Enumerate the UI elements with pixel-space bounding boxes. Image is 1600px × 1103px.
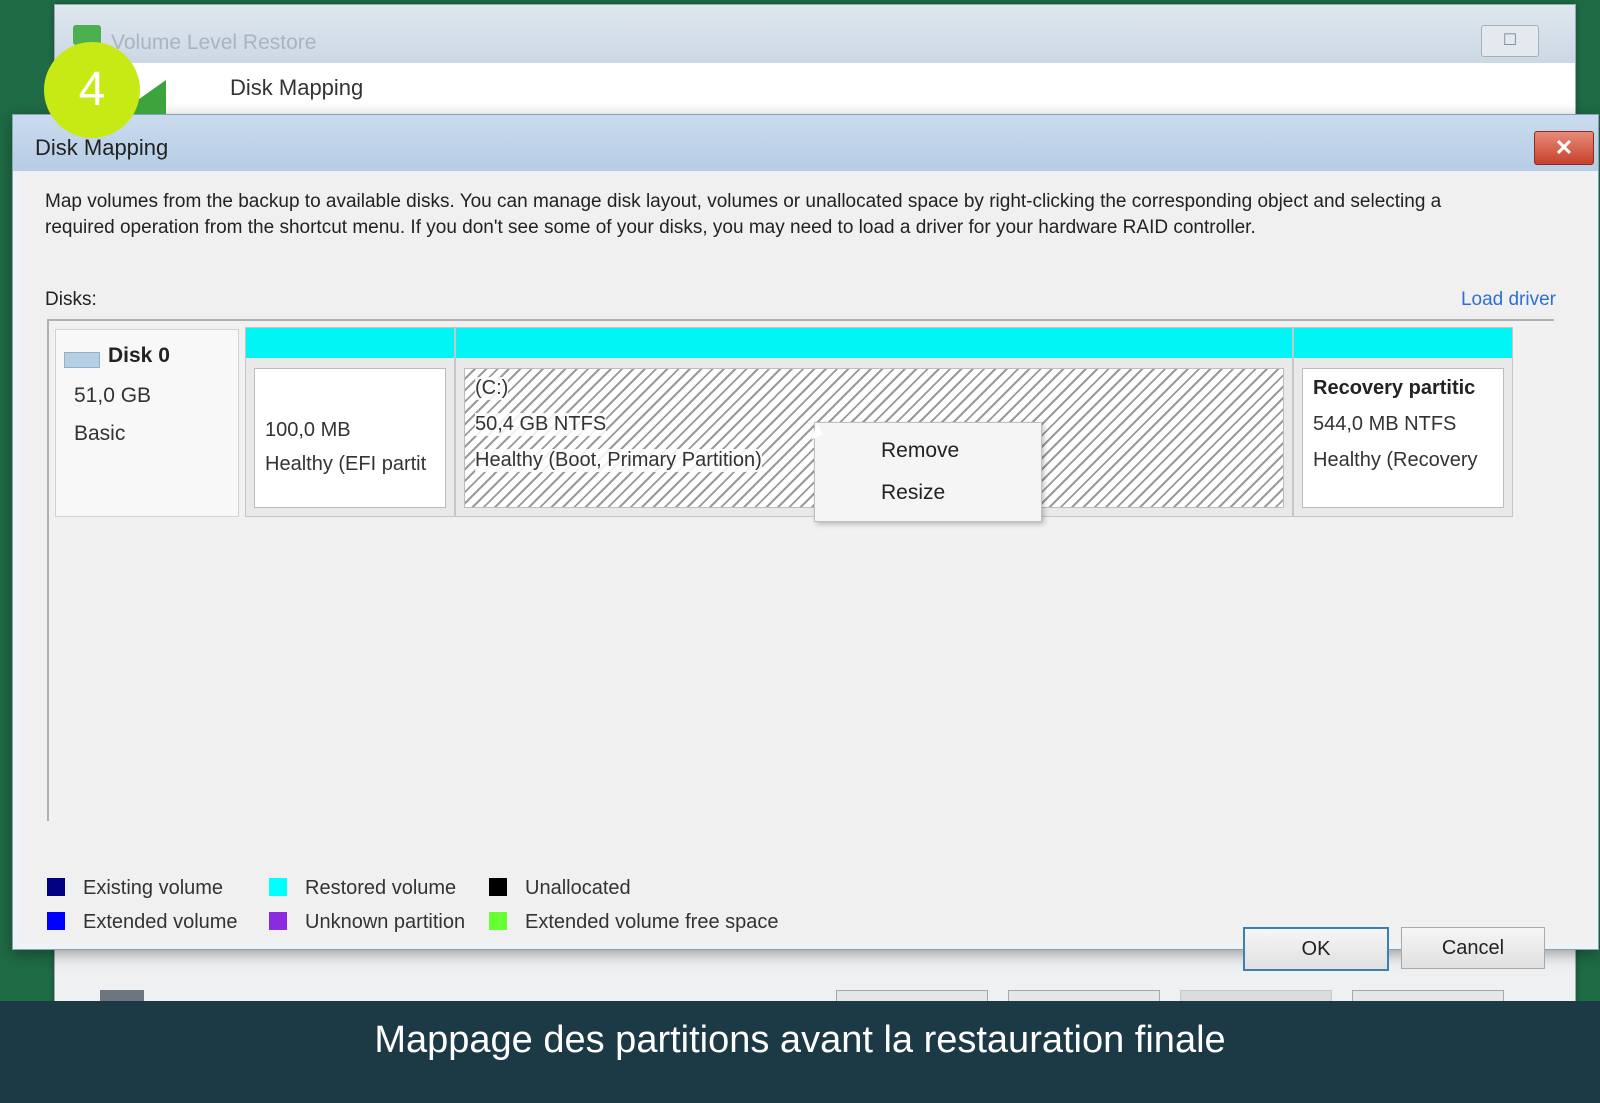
partition-label: Recovery partitic: [1313, 377, 1476, 399]
wizard-step-header: Disk Mapping: [55, 63, 1575, 119]
disk-size: 51,0 GB: [74, 384, 152, 407]
caption-text: Mappage des partitions avant la restaura…: [374, 1019, 1226, 1061]
wizard-title: Volume Level Restore: [111, 31, 317, 54]
disk-drive-icon: [64, 352, 100, 368]
wizard-titlebar: Volume Level Restore ☐: [55, 5, 1575, 63]
dialog-title: Disk Mapping: [35, 135, 169, 160]
menu-item-resize[interactable]: Resize: [881, 481, 945, 505]
legend-swatch: [489, 878, 507, 896]
disks-label: Disks:: [45, 289, 97, 310]
dialog-titlebar: Disk Mapping ✕: [13, 115, 1598, 171]
partition-box: Recovery partitic 544,0 MB NTFS Healthy …: [1302, 368, 1504, 508]
legend-existing-volume: Existing volume: [47, 877, 223, 900]
partition-label: (C:): [475, 377, 509, 400]
legend-unallocated: Unallocated: [489, 877, 631, 900]
close-icon[interactable]: ✕: [1534, 131, 1594, 165]
partition-context-menu: Remove Resize: [814, 422, 1042, 522]
ok-button[interactable]: OK: [1243, 927, 1389, 971]
step-number-badge: 4: [44, 42, 140, 138]
partition-efi[interactable]: 100,0 MB Healthy (EFI partit: [245, 327, 455, 517]
disk-0-info[interactable]: Disk 0 51,0 GB Basic: [55, 329, 239, 517]
partition-size: 50,4 GB NTFS: [475, 413, 607, 436]
legend-swatch: [47, 878, 65, 896]
partition-status: Healthy (EFI partit: [265, 453, 427, 475]
disk-name: Disk 0: [108, 344, 170, 367]
partition-box: 100,0 MB Healthy (EFI partit: [254, 368, 446, 508]
partition-recovery[interactable]: Recovery partitic 544,0 MB NTFS Healthy …: [1293, 327, 1513, 517]
legend-swatch: [269, 878, 287, 896]
partition-status: Healthy (Boot, Primary Partition): [475, 449, 762, 472]
legend-swatch: [269, 912, 287, 930]
caption-bar: Mappage des partitions avant la restaura…: [0, 1001, 1600, 1103]
disk-layout-area: Disk 0 51,0 GB Basic 100,0 MB Healthy (E…: [47, 319, 1554, 821]
restored-volume-bar: [456, 328, 1292, 358]
dialog-instructions: Map volumes from the backup to available…: [45, 191, 1442, 238]
partition-status: Healthy (Recovery: [1313, 449, 1478, 471]
restored-volume-bar: [246, 328, 454, 358]
legend-unknown-partition: Unknown partition: [269, 911, 465, 934]
load-driver-link[interactable]: Load driver: [1461, 289, 1556, 311]
legend-restored-volume: Restored volume: [269, 877, 456, 900]
cancel-button[interactable]: Cancel: [1401, 927, 1545, 969]
legend-extended-free-space: Extended volume free space: [489, 911, 779, 934]
wizard-step-label: Disk Mapping: [230, 75, 364, 100]
dialog-body: Map volumes from the backup to available…: [19, 171, 1592, 971]
legend-swatch: [489, 912, 507, 930]
partition-size: 544,0 MB NTFS: [1313, 413, 1457, 435]
legend-swatch: [47, 912, 65, 930]
menu-item-remove[interactable]: Remove: [881, 439, 959, 463]
legend-extended-volume: Extended volume: [47, 911, 238, 934]
maximize-button[interactable]: ☐: [1481, 25, 1539, 57]
disk-type: Basic: [74, 422, 126, 445]
partition-size: 100,0 MB: [265, 419, 351, 441]
disk-mapping-dialog: Disk Mapping ✕ Map volumes from the back…: [12, 114, 1599, 971]
restored-volume-bar: [1294, 328, 1512, 358]
